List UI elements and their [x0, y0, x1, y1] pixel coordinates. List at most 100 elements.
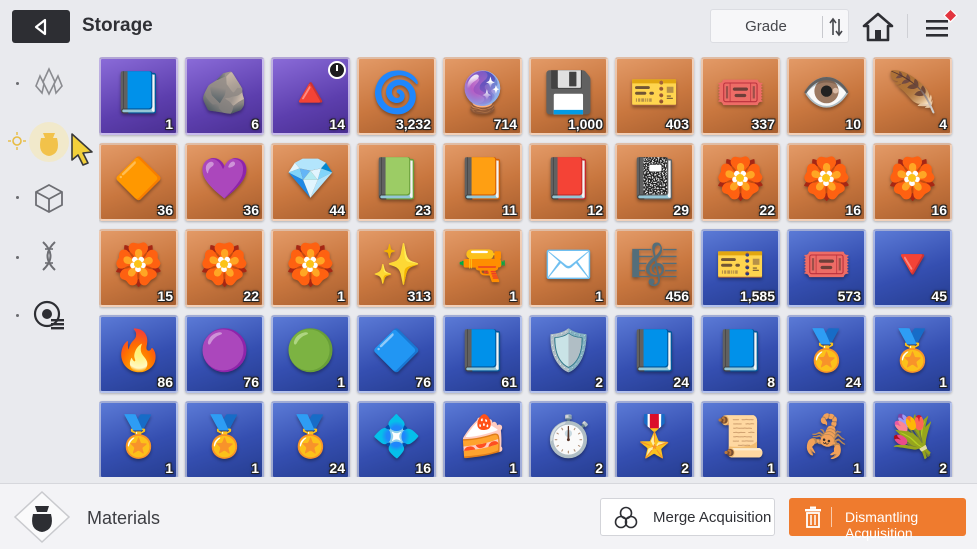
item-slot[interactable]: 💾 1,000 [529, 57, 608, 135]
item-slot[interactable]: 🏵️ 15 [99, 229, 178, 307]
item-quantity: 11 [502, 202, 517, 218]
item-quantity: 24 [329, 460, 345, 476]
item-slot[interactable]: 📙 11 [443, 143, 522, 221]
item-slot[interactable]: 🏵️ 1 [271, 229, 350, 307]
sidebar-tab-cube[interactable] [20, 173, 78, 223]
item-slot[interactable]: 🌀 3,232 [357, 57, 436, 135]
item-slot[interactable]: 🎫 403 [615, 57, 694, 135]
item-quantity: 76 [415, 374, 431, 390]
item-slot[interactable]: 📘 61 [443, 315, 522, 393]
item-slot[interactable]: 🍰 1 [443, 401, 522, 477]
item-quantity: 16 [845, 202, 861, 218]
item-slot[interactable]: 🏵️ 22 [701, 143, 780, 221]
item-icon: ✨ [371, 243, 422, 288]
item-slot[interactable]: 🎟️ 573 [787, 229, 866, 307]
item-slot[interactable]: 🟣 76 [185, 315, 264, 393]
grade-dropdown-label[interactable]: Grade [711, 18, 821, 35]
item-quantity: 44 [329, 202, 345, 218]
item-quantity: 16 [415, 460, 431, 476]
home-icon[interactable] [861, 11, 895, 43]
item-slot[interactable]: 🟢 1 [271, 315, 350, 393]
item-quantity: 1 [165, 116, 173, 132]
divider [831, 507, 832, 527]
item-slot[interactable]: 🏵️ 22 [185, 229, 264, 307]
item-quantity: 2 [939, 460, 947, 476]
item-slot[interactable]: 🪨 6 [185, 57, 264, 135]
item-icon: 🔺 [285, 71, 336, 116]
item-quantity: 29 [673, 202, 689, 218]
item-grid: 📘 1 🪨 6 🔺 14 🌀 3,232 🔮 714 💾 1,000 🎫 403 🎟️ 337 👁️ 10 🪶 4 🔶 3… [99, 57, 954, 477]
sidebar-tab-crystal[interactable] [20, 57, 78, 107]
item-slot[interactable]: 📜 1 [701, 401, 780, 477]
item-slot[interactable]: 💐 2 [873, 401, 952, 477]
item-slot[interactable]: 🔫 1 [443, 229, 522, 307]
item-icon: 📓 [629, 157, 680, 202]
item-icon: 🔷 [371, 329, 422, 374]
item-slot[interactable]: 🏅 1 [99, 401, 178, 477]
sidebar-tab-dna[interactable] [20, 231, 78, 281]
item-slot[interactable]: 🎖️ 2 [615, 401, 694, 477]
item-quantity: 6 [251, 116, 259, 132]
item-slot[interactable]: 📕 12 [529, 143, 608, 221]
item-slot[interactable]: 📓 29 [615, 143, 694, 221]
item-slot[interactable]: 🎫 1,585 [701, 229, 780, 307]
item-quantity: 1 [595, 288, 603, 304]
item-slot[interactable]: 🏅 24 [271, 401, 350, 477]
item-icon: ✉️ [543, 243, 594, 288]
item-slot[interactable]: 💠 16 [357, 401, 436, 477]
item-quantity: 1 [509, 460, 517, 476]
item-icon: 🍰 [457, 415, 508, 460]
item-slot[interactable]: 🔷 76 [357, 315, 436, 393]
item-slot[interactable]: ⏱️ 2 [529, 401, 608, 477]
item-quantity: 1 [251, 460, 259, 476]
item-slot[interactable]: 📘 24 [615, 315, 694, 393]
selected-sun-icon [8, 132, 26, 150]
item-icon: 🔮 [457, 71, 508, 116]
item-slot[interactable]: 🎟️ 337 [701, 57, 780, 135]
menu-icon[interactable] [920, 10, 960, 42]
item-icon: 🌀 [371, 71, 422, 116]
item-slot[interactable]: 🏅 1 [185, 401, 264, 477]
merge-acquisition-button[interactable]: Merge Acquisition [600, 498, 775, 536]
item-slot[interactable]: 🔺 14 [271, 57, 350, 135]
sidebar-dot [16, 256, 19, 259]
item-slot[interactable]: 👁️ 10 [787, 57, 866, 135]
item-slot[interactable]: 🛡️ 2 [529, 315, 608, 393]
item-slot[interactable]: ✨ 313 [357, 229, 436, 307]
item-slot[interactable]: 🔻 45 [873, 229, 952, 307]
item-quantity: 22 [759, 202, 775, 218]
sort-order-icon[interactable] [825, 16, 847, 38]
item-slot[interactable]: 🔥 86 [99, 315, 178, 393]
item-quantity: 2 [595, 374, 603, 390]
item-icon: 🎫 [715, 243, 766, 288]
sidebar-dot [16, 82, 19, 85]
sidebar-tab-chip[interactable] [20, 290, 78, 340]
item-slot[interactable]: 🏵️ 16 [873, 143, 952, 221]
item-quantity: 337 [751, 116, 775, 132]
item-slot[interactable]: 🪶 4 [873, 57, 952, 135]
grade-sort-control[interactable]: Grade [710, 9, 849, 43]
item-slot[interactable]: 💜 36 [185, 143, 264, 221]
item-icon: 💎 [285, 157, 336, 202]
chip-icon [33, 300, 64, 330]
item-slot[interactable]: 📗 23 [357, 143, 436, 221]
item-slot[interactable]: 📘 1 [99, 57, 178, 135]
item-slot[interactable]: ✉️ 1 [529, 229, 608, 307]
item-slot[interactable]: 🔮 714 [443, 57, 522, 135]
item-slot[interactable]: 🎼 456 [615, 229, 694, 307]
back-button[interactable] [12, 10, 70, 43]
page-title: Storage [82, 15, 153, 36]
item-slot[interactable]: 💎 44 [271, 143, 350, 221]
item-slot[interactable]: 🔶 36 [99, 143, 178, 221]
item-grid-scroll[interactable]: 📘 1 🪨 6 🔺 14 🌀 3,232 🔮 714 💾 1,000 🎫 403 🎟️ 337 👁️ 10 🪶 4 🔶 3… [99, 57, 954, 477]
item-icon: 🏅 [285, 415, 336, 460]
item-slot[interactable]: 🏅 1 [873, 315, 952, 393]
dismantling-acquisition-button[interactable]: Dismantling Acquisition [789, 498, 966, 541]
item-slot[interactable]: 🏅 24 [787, 315, 866, 393]
item-quantity: 23 [415, 202, 431, 218]
item-icon: 🪨 [199, 71, 250, 116]
item-slot[interactable]: 🏵️ 16 [787, 143, 866, 221]
item-slot[interactable]: 🦂 1 [787, 401, 866, 477]
item-slot[interactable]: 📘 8 [701, 315, 780, 393]
item-icon: 🦂 [801, 415, 852, 460]
